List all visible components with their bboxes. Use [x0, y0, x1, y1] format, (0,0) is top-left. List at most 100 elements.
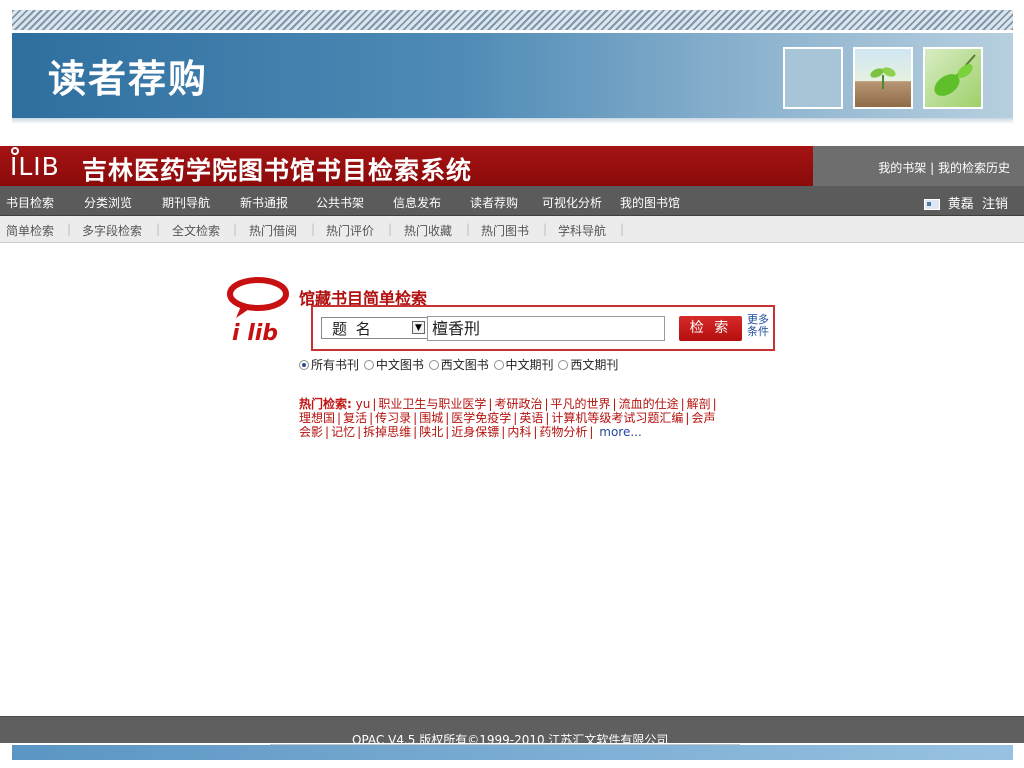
leaf-icon [934, 54, 976, 96]
subnav-hot-rating[interactable]: 热门评价 [326, 222, 374, 239]
nav-item-my-library[interactable]: 我的图书馆 [620, 194, 680, 211]
hot-keyword-link[interactable]: 英语 [519, 411, 543, 425]
radio-en-journals[interactable]: 西文期刊 [558, 358, 618, 372]
hot-keyword-separator: | [337, 411, 342, 425]
user-name[interactable]: 黄磊 [948, 197, 974, 212]
top-links-separator: | [930, 161, 935, 175]
nav-item-category[interactable]: 分类浏览 [84, 194, 132, 211]
hot-keyword-separator: | [357, 425, 362, 439]
main-nav: 书目检索 分类浏览 期刊导航 新书通报 公共书架 信息发布 读者荐购 可视化分析… [0, 186, 1024, 216]
hot-keyword-link[interactable]: 复活 [343, 411, 367, 425]
subnav-separator: | [620, 222, 625, 236]
nav-item-new-books[interactable]: 新书通报 [240, 194, 288, 211]
hot-keyword-link[interactable]: 陕北 [419, 425, 443, 439]
slide-bar-shadow [12, 118, 1013, 124]
radio-icon[interactable] [363, 360, 374, 370]
search-input[interactable]: 檀香刑 [427, 316, 665, 341]
subnav-separator: | [466, 222, 471, 236]
my-bookshelf-link[interactable]: 我的书架 [878, 161, 926, 175]
search-field-select[interactable]: 题 名 ▼ [321, 317, 429, 339]
radio-en-books[interactable]: 西文图书 [428, 358, 489, 372]
hot-keyword-link[interactable]: 医学免疫学 [451, 411, 511, 425]
slide-bottom-bar [12, 745, 1013, 760]
subnav-hot-borrow[interactable]: 热门借阅 [249, 222, 297, 239]
hot-more-link[interactable]: more... [599, 425, 642, 439]
more-line-2: 条件 [747, 325, 769, 338]
hot-keyword-link[interactable]: 内科 [507, 425, 531, 439]
nav-item-news[interactable]: 信息发布 [393, 194, 441, 211]
chevron-down-icon[interactable]: ▼ [412, 321, 425, 334]
hot-keyword-separator: | [589, 425, 594, 439]
nav-item-public-shelf[interactable]: 公共书架 [316, 194, 364, 211]
subnav-subject-nav[interactable]: 学科导航 [558, 222, 606, 239]
hot-keyword-link[interactable]: 考研政治 [494, 397, 542, 411]
radio-cn-books[interactable]: 中文图书 [363, 358, 424, 372]
hot-keyword-separator: | [712, 397, 717, 411]
hot-keyword-separator: | [413, 411, 418, 425]
doc-type-radios: 所有书刊 中文图书 西文图书 中文期刊 西文期刊 [299, 356, 619, 373]
hot-keyword-link[interactable]: 拆掉思维 [363, 425, 411, 439]
radio-icon[interactable] [428, 360, 439, 370]
sub-nav: 简单检索 | 多字段检索 | 全文检索 | 热门借阅 | 热门评价 | 热门收藏… [0, 216, 1024, 243]
radio-all[interactable]: 所有书刊 [299, 358, 359, 372]
hot-keyword-link[interactable]: 围城 [419, 411, 443, 425]
hot-keyword-separator: | [544, 397, 549, 411]
logout-link[interactable]: 注销 [982, 197, 1008, 212]
ilib-logo: i lib [224, 276, 292, 346]
hot-keyword-link[interactable]: 平凡的世界 [551, 397, 611, 411]
search-box: 题 名 ▼ 檀香刑 检 索 更多 条件 [311, 305, 775, 351]
hot-keyword-separator: | [413, 425, 418, 439]
nav-item-journals[interactable]: 期刊导航 [162, 194, 210, 211]
hot-keyword-link[interactable]: 解剖 [687, 397, 711, 411]
hot-keyword-link[interactable]: 药物分析 [539, 425, 587, 439]
hot-searches: 热门检索: yu | 职业卫生与职业医学 | 考研政治 | 平凡的世界 | 流血的仕途 | 解剖 |理… [299, 397, 724, 439]
ilib-logo-text: i lib [232, 321, 278, 346]
search-field-value: 题 名 [332, 320, 373, 338]
radio-cn-journals[interactable]: 中文期刊 [493, 358, 554, 372]
user-area: 黄磊 注销 [923, 193, 1008, 212]
subnav-fulltext[interactable]: 全文检索 [172, 222, 220, 239]
hot-keyword-separator: | [612, 397, 617, 411]
hot-keyword-list: yu | 职业卫生与职业医学 | 考研政治 | 平凡的世界 | 流血的仕途 | 解剖 |理想国 | 复活 |… [299, 397, 719, 439]
site-logo: ILIB [10, 152, 60, 181]
subnav-separator: | [233, 222, 238, 236]
hot-keyword-link[interactable]: 理想国 [299, 411, 335, 425]
subnav-hot-favorites[interactable]: 热门收藏 [404, 222, 452, 239]
hot-keyword-separator: | [369, 411, 374, 425]
subnav-separator: | [156, 222, 161, 236]
subnav-simple-search[interactable]: 简单检索 [6, 222, 54, 239]
hot-keyword-link[interactable]: 传习录 [375, 411, 411, 425]
search-button[interactable]: 检 索 [679, 316, 742, 341]
nav-item-recommend[interactable]: 读者荐购 [470, 194, 518, 211]
slide-hatch-band [12, 10, 1013, 30]
hot-keyword-separator: | [325, 425, 330, 439]
subnav-hot-books[interactable]: 热门图书 [481, 222, 529, 239]
radio-icon-selected[interactable] [299, 360, 309, 370]
hot-keyword-link[interactable]: yu [356, 397, 371, 411]
hot-keyword-link[interactable]: 记忆 [331, 425, 355, 439]
hot-keyword-link[interactable]: 计算机等级考试习题汇编 [551, 411, 683, 425]
decor-thumbnail-leaf [923, 47, 983, 109]
top-links: 我的书架 | 我的检索历史 [878, 159, 1010, 176]
nav-item-visual-analysis[interactable]: 可视化分析 [542, 194, 602, 211]
subnav-separator: | [311, 222, 316, 236]
speech-bubble-icon: i lib [227, 277, 289, 346]
slide-title: 读者荐购 [48, 57, 209, 101]
subnav-multi-field[interactable]: 多字段检索 [82, 222, 142, 239]
radio-icon[interactable] [558, 360, 569, 370]
sprout-icon [870, 67, 896, 89]
nav-item-book-search[interactable]: 书目检索 [6, 194, 54, 211]
hot-keyword-link[interactable]: 流血的仕途 [619, 397, 679, 411]
hot-searches-label: 热门检索: [299, 397, 352, 411]
subnav-separator: | [67, 222, 72, 236]
hot-keyword-separator: | [680, 397, 685, 411]
advanced-conditions-link[interactable]: 更多 条件 [747, 314, 775, 338]
subnav-separator: | [388, 222, 393, 236]
hot-keyword-link[interactable]: 近身保镖 [451, 425, 499, 439]
hot-keyword-link[interactable]: 职业卫生与职业医学 [378, 397, 486, 411]
subnav-separator: | [543, 222, 548, 236]
search-history-link[interactable]: 我的检索历史 [938, 161, 1010, 175]
radio-icon[interactable] [493, 360, 504, 370]
decor-thumbnail-blank [783, 47, 843, 109]
decor-thumbnail-sprout [853, 47, 913, 109]
